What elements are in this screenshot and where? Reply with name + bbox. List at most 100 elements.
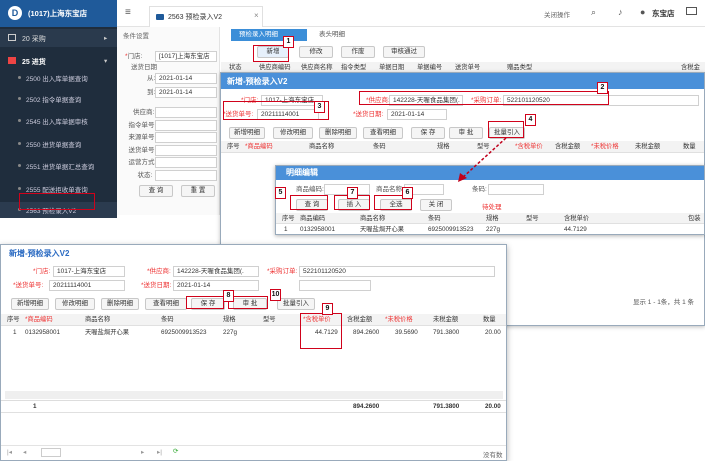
front-button-6[interactable]: 批量引入: [277, 298, 315, 310]
detail-cell: 天喔盐焗开心果: [360, 226, 405, 233]
query-button[interactable]: 查 询: [139, 185, 173, 197]
front-cell-name: 天喔盐焗开心果: [85, 329, 130, 336]
annot-badge-7: 7: [347, 187, 358, 199]
close-ops-menu[interactable]: 关闭操作: [544, 9, 570, 19]
front-table-header: [1, 314, 506, 326]
next-page-icon[interactable]: ▸: [141, 448, 144, 456]
filter-field-input[interactable]: [155, 119, 217, 131]
logo-icon: D: [8, 6, 22, 20]
detail-cell: 6925009913523: [428, 226, 474, 233]
scrollbar[interactable]: [5, 391, 503, 399]
edit-button[interactable]: 修改: [299, 46, 333, 58]
mid-col-header: 商品名称: [309, 143, 335, 150]
annot-badge-9: 9: [322, 303, 333, 315]
ddate-label: *送货日期:: [353, 111, 384, 118]
bell-icon[interactable]: ♪: [618, 7, 623, 17]
sidebar-item-label: 2545 出入库单据审核: [26, 119, 88, 126]
sidebar-item-label: 2502 指令单据查询: [26, 97, 82, 104]
reset-button[interactable]: 重 置: [181, 185, 215, 197]
mid-button-0[interactable]: 新增明细: [229, 127, 265, 139]
filter-field-input[interactable]: [155, 144, 217, 156]
tab-icon: [156, 14, 164, 20]
name-label: 商品名称:: [376, 186, 404, 193]
front-col-header: 含税金额: [347, 316, 373, 323]
sidebar-subitem[interactable]: 2545 出入库单据审核: [0, 113, 117, 129]
search-icon[interactable]: ⌕: [591, 7, 596, 18]
front-button-0[interactable]: 新增明细: [11, 298, 49, 310]
ddate-label: *送货日期:: [141, 282, 172, 289]
tab-current[interactable]: 2563 预检录入V2 ×: [149, 6, 263, 27]
front-cell-untaxed_amt: 791.3800: [433, 329, 460, 336]
front-button-3[interactable]: 查看明细: [145, 298, 187, 310]
prev-page-icon[interactable]: ◂: [23, 448, 26, 456]
sidebar-item-label: 20 采购: [22, 36, 46, 43]
void-button[interactable]: 作废: [341, 46, 375, 58]
to-date-input[interactable]: 2021-01-14: [155, 87, 217, 98]
sidebar-item-purchase[interactable]: 20 采购 ▸: [0, 29, 117, 47]
supplier-label: *供应商:: [147, 268, 171, 275]
front-button-1[interactable]: 修改明细: [55, 298, 95, 310]
mid-col-header: *未税价格: [591, 143, 619, 150]
close-button[interactable]: 关 闭: [420, 199, 452, 211]
mid-button-3[interactable]: 查看明细: [363, 127, 403, 139]
front-col-header: 型号: [263, 316, 276, 323]
dialog-title: 新增-预检录入V2: [227, 77, 288, 86]
sidebar-subitem[interactable]: 2502 指令单据查询: [0, 91, 117, 107]
sidebar-subitem[interactable]: 2550 进货单据查询: [0, 136, 117, 152]
detail-cell: 227g: [486, 226, 501, 233]
sidebar: 20 采购 ▸ 25 进货 ▾ 2500 出入库单据查询 2502 指令单据查询 2…: [0, 27, 117, 218]
refresh-icon[interactable]: ⟳: [173, 447, 178, 455]
page-input[interactable]: [41, 448, 61, 457]
approve-button[interactable]: 审核通过: [383, 46, 425, 58]
detail-cell: 1: [284, 226, 288, 233]
annot-arrow: [458, 137, 507, 182]
filter-field-input[interactable]: [155, 157, 217, 168]
sum-untaxed-amount: 791.3800: [433, 403, 460, 410]
store-label: *门店:: [125, 53, 143, 60]
barcode-label: 条码:: [472, 186, 487, 193]
bullet-icon: [18, 142, 21, 145]
mid-button-4[interactable]: 保 存: [411, 127, 445, 139]
mid-col-header: 含税金额: [555, 143, 581, 150]
last-page-icon[interactable]: ▸|: [157, 448, 162, 456]
ddate-input[interactable]: 2021-01-14: [387, 109, 447, 120]
annot-badge-5: 5: [275, 187, 286, 199]
ddate-input[interactable]: 2021-01-14: [173, 280, 259, 291]
first-page-icon[interactable]: |◂: [7, 448, 12, 456]
user-icon[interactable]: ●: [640, 7, 645, 17]
tab-header[interactable]: 表头明细: [311, 29, 351, 41]
annot-badge-8: 8: [223, 290, 234, 302]
store-select[interactable]: [1017]上海东宝店: [155, 51, 217, 62]
sidebar-subitem[interactable]: 2500 出入库单据查询: [0, 70, 117, 86]
bullet-icon: [18, 164, 21, 167]
annot-box-approve: [228, 296, 268, 309]
filter-title: 条件设置: [123, 33, 149, 40]
mid-button-2[interactable]: 删除明细: [319, 127, 357, 139]
po-select[interactable]: 522101120520: [299, 266, 495, 277]
barcode-input[interactable]: [488, 184, 544, 195]
mid-col-header: 序号: [227, 143, 240, 150]
tab-detail[interactable]: 预检录入明细: [231, 29, 307, 41]
supplier-select[interactable]: 142228-天喔食品集团(.: [173, 266, 259, 277]
front-cell-bar: 6925009913523: [161, 329, 207, 336]
from-date-input[interactable]: 2021-01-14: [155, 73, 217, 84]
store-select[interactable]: 1017-上海东宝店: [53, 266, 125, 277]
annot-box-save: [186, 296, 224, 309]
delivery-input[interactable]: 20211114001: [49, 280, 125, 291]
filter-field-input[interactable]: [155, 132, 217, 143]
header-store[interactable]: 东宝店: [652, 8, 675, 19]
sidebar-subitem[interactable]: 2551 进货单据汇总查询: [0, 158, 117, 174]
front-button-2[interactable]: 删除明细: [101, 298, 139, 310]
date-label: 送货日期: [131, 64, 157, 71]
brand-bar: D (1017)上海东宝店: [0, 0, 117, 27]
filter-field-input[interactable]: [155, 169, 217, 181]
menu-toggle-icon[interactable]: ≡: [125, 8, 131, 18]
filter-field-input[interactable]: [155, 107, 217, 118]
annot-box-price: [300, 313, 342, 349]
detail-cell: 0132958001: [300, 226, 336, 233]
close-icon[interactable]: ×: [254, 11, 259, 20]
sidebar-item-receiving[interactable]: 25 进货 ▾: [0, 52, 117, 70]
mid-button-1[interactable]: 修改明细: [273, 127, 313, 139]
ddate-extra[interactable]: [299, 280, 371, 291]
monitor-icon[interactable]: [686, 7, 697, 15]
